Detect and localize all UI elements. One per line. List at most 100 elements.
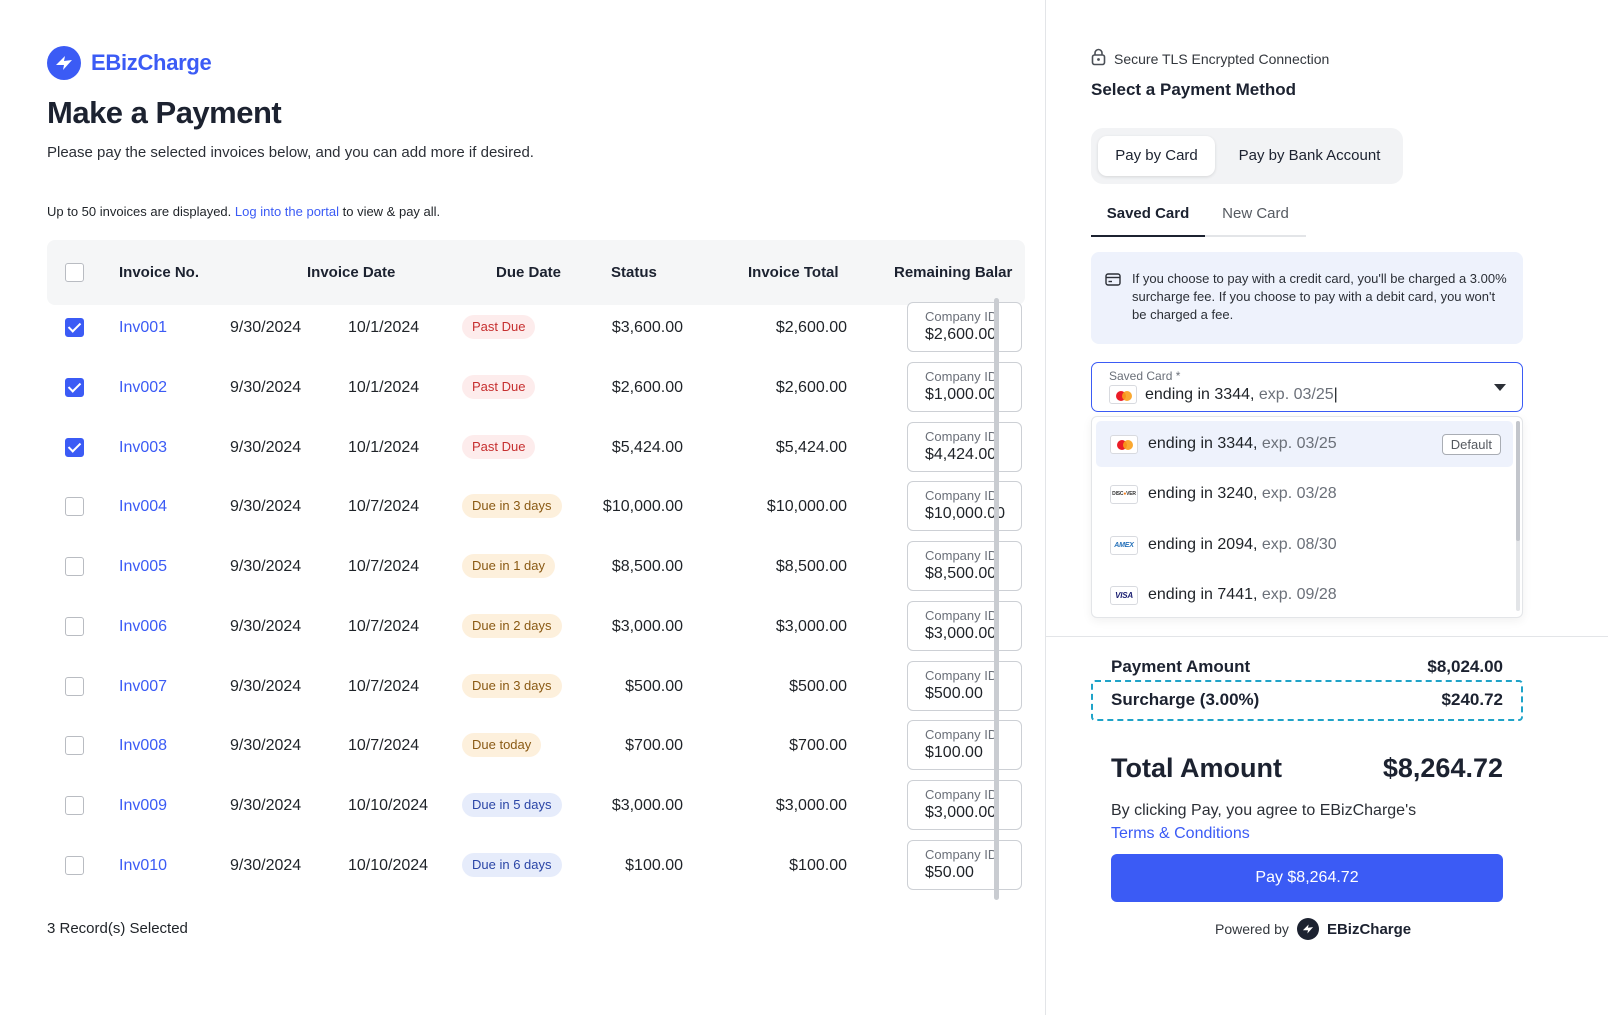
table-row[interactable]: Inv001 9/30/2024 10/1/2024 Past Due $3,600.0… (47, 297, 1025, 358)
column-remaining-balance[interactable]: Remaining Balar (894, 240, 1012, 305)
surcharge-info-box: If you choose to pay with a credit card,… (1091, 252, 1523, 344)
card-source-tabs: Saved Card New Card (1091, 200, 1306, 237)
due-date: 10/1/2024 (348, 378, 420, 396)
status-badge: Past Due (462, 315, 536, 339)
table-row[interactable]: Inv002 9/30/2024 10/1/2024 Past Due $2,600.0… (47, 357, 1025, 418)
column-invoice-total[interactable]: Invoice Total (748, 240, 839, 305)
row-checkbox[interactable] (65, 676, 84, 696)
required-mark: * (1175, 369, 1181, 383)
invoice-number-link[interactable]: Inv006 (119, 596, 167, 657)
invoice-total: $2,600.00 (611, 378, 683, 396)
payment-input-value: $10,000.00 (925, 505, 1006, 523)
card-option-3344[interactable]: ending in 3344, exp. 03/25 Default (1096, 421, 1513, 467)
column-invoice-no[interactable]: Invoice No. (119, 240, 199, 305)
summary-divider (1046, 636, 1608, 637)
due-date: 10/7/2024 (348, 498, 420, 516)
table-row[interactable]: Inv003 9/30/2024 10/1/2024 Past Due $5,424.0… (47, 417, 1025, 478)
invoice-date: 9/30/2024 (230, 737, 302, 755)
invoice-number-link[interactable]: Inv005 (119, 536, 167, 597)
table-scrollbar[interactable] (994, 298, 999, 900)
payment-amount-input[interactable]: Company ID $100.00 (907, 720, 1022, 771)
payment-input-value: $50.00 (925, 863, 974, 881)
terms-link[interactable]: Terms & Conditions (1111, 823, 1250, 845)
tab-pay-by-bank-account[interactable]: Pay by Bank Account (1227, 136, 1392, 176)
saved-card-select[interactable]: Saved Card * ending in 3344, exp. 03/25| (1091, 362, 1523, 412)
row-checkbox[interactable] (65, 497, 84, 517)
row-checkbox[interactable] (65, 855, 84, 875)
payment-amount-input[interactable]: Company ID $3,000.00 (907, 780, 1022, 830)
invoice-number-link[interactable]: Inv004 (119, 476, 167, 537)
column-invoice-date[interactable]: Invoice Date (307, 240, 395, 305)
table-row[interactable]: Inv010 9/30/2024 10/10/2024 Due in 6 days $1… (47, 835, 1025, 896)
payment-input-label: Company ID (925, 368, 998, 384)
remaining-balance: $3,000.00 (775, 797, 847, 814)
status-badge: Past Due (462, 374, 536, 399)
payment-amount-input[interactable]: Company ID $8,500.00 (907, 541, 1022, 591)
invoice-date: 9/30/2024 (230, 498, 302, 516)
table-row[interactable]: Inv007 9/30/2024 10/7/2024 Due in 3 days $50… (47, 656, 1025, 717)
invoice-number-link[interactable]: Inv009 (119, 775, 167, 836)
table-row[interactable]: Inv008 9/30/2024 10/7/2024 Due today $700.00… (47, 715, 1025, 776)
table-row[interactable]: Inv009 9/30/2024 10/10/2024 Due in 5 days $3… (47, 775, 1025, 836)
tab-pay-by-card[interactable]: Pay by Card (1098, 136, 1215, 176)
pay-button[interactable]: Pay $8,264.72 (1111, 854, 1503, 902)
table-row[interactable]: Inv004 9/30/2024 10/7/2024 Due in 3 days $10… (47, 476, 1025, 537)
invoice-total: $100.00 (625, 856, 683, 874)
selected-card-number: ending in 3344, (1145, 385, 1255, 403)
row-checkbox[interactable] (65, 437, 84, 457)
dropdown-scrollbar[interactable] (1516, 421, 1520, 611)
row-checkbox[interactable] (65, 318, 84, 337)
column-status[interactable]: Status (611, 240, 657, 305)
option-number: ending in 2094, (1148, 536, 1258, 553)
row-checkbox[interactable] (65, 616, 84, 636)
invoice-number-link[interactable]: Inv003 (119, 417, 167, 478)
row-checkbox[interactable] (65, 796, 84, 815)
card-option-3240[interactable]: DISC●VER ending in 3240, exp. 03/28 (1096, 471, 1513, 517)
chevron-down-icon[interactable] (1494, 384, 1506, 391)
visa-icon: VISA (1110, 585, 1138, 605)
remaining-balance: $2,600.00 (775, 319, 847, 336)
total-amount-row: Total Amount $8,264.72 (1111, 748, 1503, 788)
due-date: 10/7/2024 (348, 558, 420, 575)
invoice-date: 9/30/2024 (230, 558, 302, 575)
column-due-date[interactable]: Due Date (496, 240, 561, 305)
invoice-number-link[interactable]: Inv010 (119, 835, 167, 896)
table-row[interactable]: Inv006 9/30/2024 10/7/2024 Due in 2 days $3,… (47, 596, 1025, 657)
option-expiry: exp. 03/25 (1261, 435, 1337, 452)
invoice-total: $3,000.00 (611, 617, 683, 635)
tab-new-card[interactable]: New Card (1205, 200, 1306, 237)
saved-card-label-text: Saved Card (1109, 369, 1173, 383)
row-checkbox[interactable] (65, 736, 84, 756)
payment-amount-input[interactable]: Company ID $2,600.00 (907, 302, 1022, 352)
option-expiry: exp. 03/28 (1261, 485, 1337, 502)
row-checkbox[interactable] (65, 377, 84, 397)
payment-input-value: $2,600.00 (925, 326, 997, 343)
payment-amount-input[interactable]: Company ID $10,000.00 (907, 481, 1022, 532)
saved-card-label: Saved Card * (1109, 369, 1180, 383)
lock-icon (1091, 48, 1106, 69)
payment-amount-input[interactable]: Company ID $500.00 (907, 660, 1022, 711)
card-option-2094[interactable]: AMEX ending in 2094, exp. 08/30 (1096, 522, 1513, 568)
portal-login-link[interactable]: Log into the portal (235, 204, 339, 219)
row-checkbox[interactable] (65, 557, 84, 576)
table-row[interactable]: Inv005 9/30/2024 10/7/2024 Due in 1 day $8,5… (47, 536, 1025, 597)
invoice-number-link[interactable]: Inv001 (119, 297, 167, 358)
payment-input-value: $100.00 (925, 744, 983, 762)
due-date: 10/7/2024 (348, 737, 420, 755)
invoice-number-link[interactable]: Inv008 (119, 715, 167, 776)
payment-amount-input[interactable]: Company ID $50.00 (907, 839, 1022, 890)
surcharge-value: $240.72 (1441, 690, 1503, 709)
tab-saved-card[interactable]: Saved Card (1091, 200, 1205, 237)
brand-logo: EBizCharge (47, 46, 212, 80)
invoice-total: $10,000.00 (602, 498, 683, 516)
payment-amount-input[interactable]: Company ID $1,000.00 (907, 361, 1022, 412)
payment-amount-input[interactable]: Company ID $4,424.00 (907, 421, 1022, 472)
payment-amount-input[interactable]: Company ID $3,000.00 (907, 600, 1022, 651)
option-number: ending in 7441, (1148, 586, 1258, 603)
card-option-7441[interactable]: VISA ending in 7441, exp. 09/28 (1096, 572, 1513, 617)
select-all-checkbox[interactable] (65, 263, 84, 282)
payment-input-label: Company ID (925, 309, 998, 324)
invoice-number-link[interactable]: Inv002 (119, 357, 167, 418)
page-title: Make a Payment (47, 95, 282, 130)
invoice-number-link[interactable]: Inv007 (119, 656, 167, 717)
